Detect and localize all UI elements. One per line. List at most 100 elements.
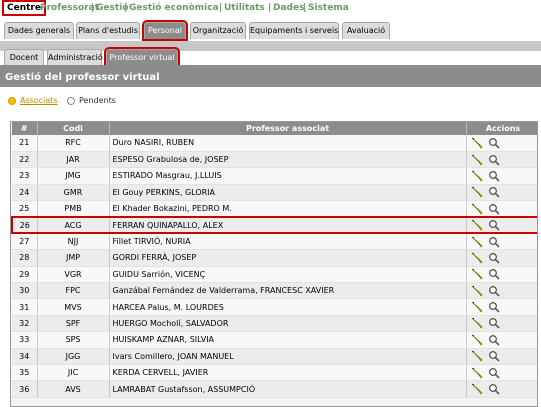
- row-number: 36: [12, 380, 38, 398]
- row-code: JMP: [37, 249, 110, 267]
- radio-associats[interactable]: Associats: [8, 96, 58, 105]
- row-actions: [466, 249, 537, 267]
- edit-pencil-icon[interactable]: [471, 285, 483, 297]
- row-professor-name: Duro NASIRI, RUBEN: [109, 135, 467, 152]
- row-number: 29: [12, 266, 38, 284]
- filter-radios: Associats Pendents: [0, 90, 541, 112]
- edit-pencil-icon[interactable]: [471, 137, 483, 149]
- menu-gestio-economica[interactable]: Gestió econòmica: [129, 3, 219, 13]
- row-professor-name: HUERGO Mocholí, SALVADOR: [109, 315, 467, 333]
- column-header-accions: Accions: [466, 122, 537, 135]
- table-row: 34 JGG Ivars Comillero, JOAN MANUEL: [12, 348, 537, 365]
- row-number: 23: [12, 167, 38, 185]
- search-magnifier-icon[interactable]: [488, 383, 500, 395]
- table-row: 25 PMB El Khader Bokazini, PEDRO M.: [12, 200, 537, 218]
- edit-pencil-icon[interactable]: [471, 236, 483, 248]
- edit-pencil-icon[interactable]: [471, 383, 483, 395]
- edit-pencil-icon[interactable]: [471, 268, 483, 280]
- row-code: GMR: [37, 184, 110, 202]
- row-actions: [466, 167, 537, 185]
- menu-sistema[interactable]: Sistema: [308, 3, 349, 13]
- tab-personal[interactable]: Personal: [142, 20, 188, 41]
- search-magnifier-icon[interactable]: [488, 186, 500, 198]
- edit-pencil-icon[interactable]: [471, 367, 483, 379]
- menu-dades[interactable]: Dades: [273, 3, 304, 13]
- search-magnifier-icon[interactable]: [488, 252, 500, 264]
- search-magnifier-icon[interactable]: [488, 203, 500, 215]
- row-professor-name: El Khader Bokazini, PEDRO M.: [109, 200, 467, 218]
- search-magnifier-icon[interactable]: [488, 350, 500, 362]
- column-header-codi: Codi: [37, 122, 110, 135]
- search-magnifier-icon[interactable]: [488, 334, 500, 346]
- table-row: 23 JMG ESTIRADO Masgrau, J.LLUIS: [12, 167, 537, 185]
- row-professor-name: FERRAN QUINAPALLO, ALEX: [109, 215, 467, 235]
- row-professor-name: HUISKAMP AZNAR, SILVIA: [109, 331, 467, 349]
- edit-pencil-icon[interactable]: [471, 170, 483, 182]
- edit-pencil-icon[interactable]: [471, 252, 483, 264]
- radio-unchecked-icon[interactable]: [67, 96, 75, 105]
- tab-organitzacio[interactable]: Organització: [190, 22, 246, 39]
- search-magnifier-icon[interactable]: [488, 137, 500, 149]
- tab-administracio[interactable]: Administració: [47, 49, 103, 66]
- edit-pencil-icon[interactable]: [471, 154, 483, 166]
- search-magnifier-icon[interactable]: [488, 301, 500, 313]
- edit-pencil-icon[interactable]: [471, 203, 483, 215]
- row-actions: [466, 348, 537, 365]
- search-magnifier-icon[interactable]: [488, 154, 500, 166]
- edit-pencil-icon[interactable]: [471, 334, 483, 346]
- column-header-professor: Professor associat: [109, 122, 467, 135]
- row-professor-name: ESPESO Grabulosa de, JOSEP: [109, 151, 467, 169]
- table-row-highlighted: 26 ACG FERRAN QUINAPALLO, ALEX: [11, 215, 537, 235]
- table-row: 28 JMP GORDI FERRÀ, JOSEP: [12, 249, 537, 267]
- search-magnifier-icon[interactable]: [488, 285, 500, 297]
- row-code: JMG: [37, 167, 110, 185]
- edit-pencil-icon[interactable]: [471, 186, 483, 198]
- search-magnifier-icon[interactable]: [488, 367, 500, 379]
- tab-dades-generals[interactable]: Dades generals: [4, 22, 74, 39]
- tab-docent[interactable]: Docent: [4, 49, 44, 66]
- row-number: 31: [12, 298, 38, 316]
- edit-pencil-icon[interactable]: [471, 301, 483, 313]
- search-magnifier-icon[interactable]: [488, 268, 500, 280]
- row-number: 22: [12, 151, 38, 169]
- row-actions: [466, 184, 537, 202]
- table-row: 36 AVS LAMRABAT Gustafsson, ASSUMPCIÓ: [12, 380, 537, 398]
- row-number: 35: [12, 364, 38, 382]
- edit-pencil-icon[interactable]: [471, 350, 483, 362]
- tab-plans-estudis[interactable]: Plans d'estudis: [76, 22, 140, 39]
- table-row: 22 JAR ESPESO Grabulosa de, JOSEP: [12, 151, 537, 169]
- column-header-num: #: [12, 122, 38, 135]
- search-magnifier-icon[interactable]: [488, 170, 500, 182]
- search-magnifier-icon[interactable]: [488, 317, 500, 330]
- menu-utilitats[interactable]: Utilitats: [224, 3, 265, 13]
- section-title: Gestió del professor virtual: [0, 68, 541, 87]
- menu-separator: |: [303, 3, 307, 13]
- radio-checked-icon[interactable]: [8, 96, 16, 105]
- row-professor-name: LAMRABAT Gustafsson, ASSUMPCIÓ: [109, 380, 467, 398]
- row-code: SPF: [37, 315, 110, 333]
- radio-pendents-label[interactable]: Pendents: [79, 96, 116, 105]
- row-professor-name: El Gouy PERKINS, GLORIA: [109, 184, 467, 202]
- menu-separator: |: [219, 3, 223, 13]
- row-code: MVS: [37, 298, 110, 316]
- edit-pencil-icon[interactable]: [471, 219, 483, 231]
- row-code: SPS: [37, 331, 110, 349]
- row-code: JAR: [37, 151, 110, 169]
- radio-pendents[interactable]: Pendents: [67, 96, 116, 105]
- tab-equipaments-serveis[interactable]: Equipaments i serveis: [249, 22, 339, 39]
- menu-separator: |: [91, 3, 95, 13]
- table-row: 24 GMR El Gouy PERKINS, GLORIA: [12, 184, 537, 202]
- tab-avaluacio[interactable]: Avaluació: [342, 22, 390, 39]
- table-row: 21 RFC Duro NASIRI, RUBEN: [12, 135, 537, 152]
- table-row: 30 FPC Ganzábal Fernández de Valderrama,…: [12, 282, 537, 300]
- search-magnifier-icon[interactable]: [488, 219, 500, 231]
- table-row: 29 VGR GUIDU Sarrión, VICENÇ: [12, 266, 537, 284]
- tab-professor-virtual[interactable]: Professor virtual: [104, 47, 180, 68]
- radio-associats-label[interactable]: Associats: [20, 96, 58, 105]
- edit-pencil-icon[interactable]: [471, 317, 483, 330]
- row-code: JIC: [37, 364, 110, 382]
- search-magnifier-icon[interactable]: [488, 236, 500, 248]
- row-number: 21: [12, 135, 38, 152]
- row-actions: [466, 315, 537, 333]
- row-number: 32: [12, 315, 38, 333]
